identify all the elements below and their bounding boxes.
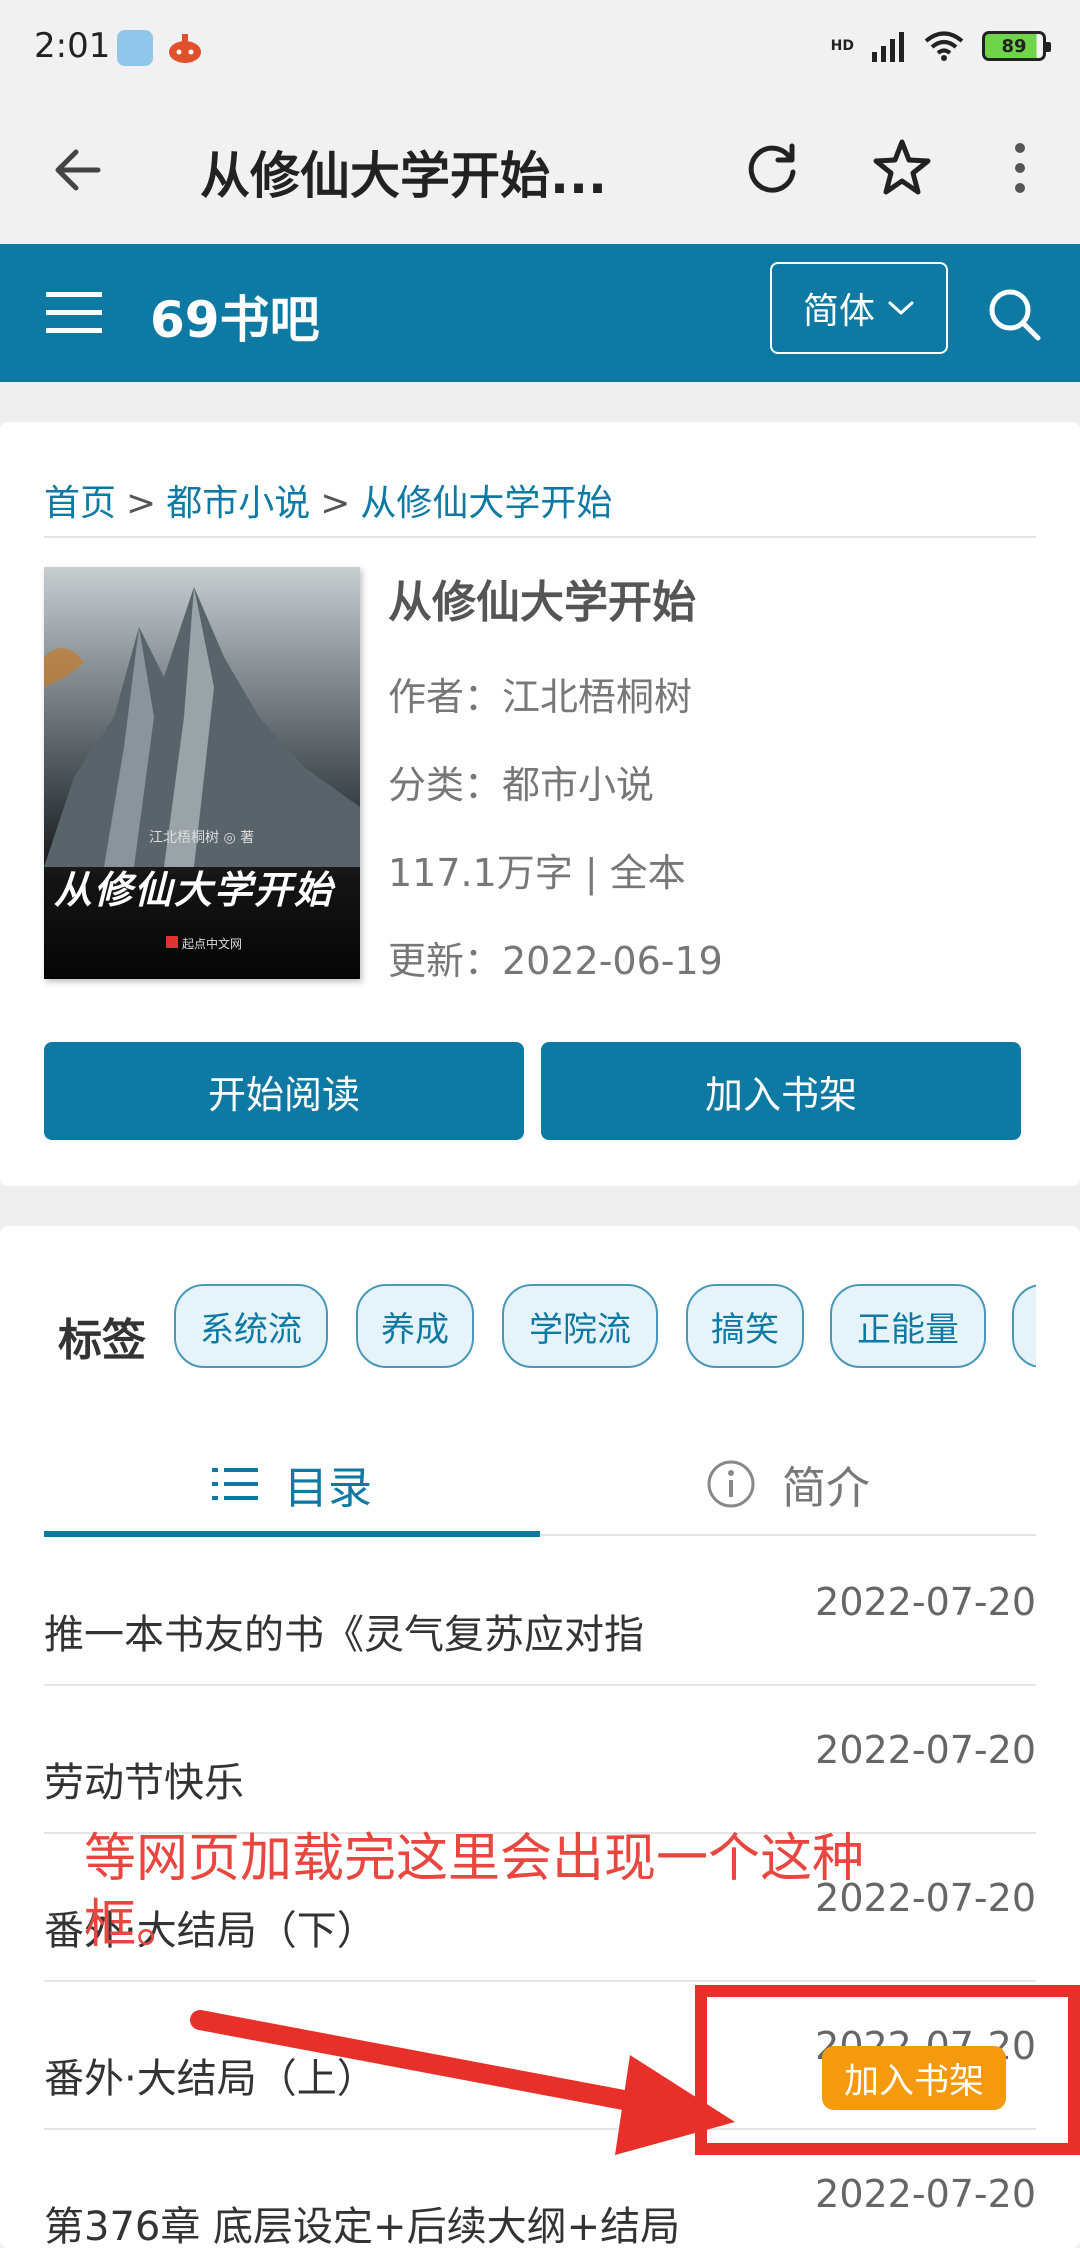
tag-chip[interactable]: 养成	[356, 1284, 474, 1368]
breadcrumb-book[interactable]: 从修仙大学开始	[360, 483, 612, 524]
back-arrow-icon[interactable]	[48, 140, 108, 200]
tags-row[interactable]: 系统流 养成 学院流 搞笑 正能量	[174, 1284, 1036, 1370]
tags-label: 标签	[58, 1315, 146, 1366]
site-logo[interactable]: 69书吧	[150, 280, 320, 352]
breadcrumb: 首页 > 都市小说 > 从修仙大学开始	[44, 474, 612, 526]
cover-author: 江北梧桐树 ◎ 著	[149, 830, 255, 846]
tag-chip-partial[interactable]	[1012, 1284, 1036, 1368]
battery-icon: 89	[982, 31, 1051, 61]
chapter-title: 番外·大结局（上）	[44, 2056, 377, 2102]
language-select-value: 简体	[802, 291, 875, 332]
app-notification-icon	[117, 30, 153, 66]
search-icon[interactable]	[984, 284, 1044, 344]
book-stats: 117.1万字 | 全本	[388, 851, 686, 895]
breadcrumb-separator: >	[320, 483, 351, 524]
chapter-title: 第376章 底层设定+后续大纲+结局	[44, 2204, 681, 2248]
breadcrumb-category[interactable]: 都市小说	[166, 483, 310, 524]
book-category: 分类：都市小说	[388, 763, 655, 807]
more-menu-icon[interactable]	[1000, 136, 1040, 200]
tab-intro-label: 简介	[782, 1463, 870, 1514]
tab-intro[interactable]: 简介	[540, 1446, 1036, 1522]
site-header: 69书吧 简体	[0, 244, 1080, 382]
annotation-text: 等网页加载完这里会出现一个这种框。	[84, 1829, 865, 1955]
book-info-card: 首页 > 都市小说 > 从修仙大学开始 江北梧桐树 ◎ 著 从修仙大学开始 起点中文网 …	[0, 422, 1080, 1186]
app-notification-icon-2	[169, 34, 201, 63]
tag-chip[interactable]: 正能量	[830, 1284, 986, 1368]
book-title: 从修仙大学开始	[388, 577, 696, 628]
chapter-date: 2022-07-20	[815, 1728, 1036, 1772]
chapter-row[interactable]: 推一本书友的书《灵气复苏应对指 2022-07-20	[44, 1538, 1036, 1686]
list-icon	[212, 1468, 258, 1500]
floating-add-to-shelf-button[interactable]: 加入书架	[822, 2046, 1006, 2110]
start-reading-button[interactable]: 开始阅读	[44, 1042, 524, 1140]
book-updated: 更新：2022-06-19	[388, 939, 723, 983]
book-cover: 江北梧桐树 ◎ 著 从修仙大学开始 起点中文网	[44, 567, 360, 979]
cover-publisher: 起点中文网	[166, 935, 242, 952]
signal-icon	[872, 32, 904, 62]
status-bar: 2:01 HD 89	[0, 0, 1080, 96]
hd-label: HD	[830, 38, 854, 54]
tag-chip[interactable]: 学院流	[502, 1284, 658, 1368]
bookmark-star-icon[interactable]	[870, 136, 934, 200]
divider	[44, 536, 1036, 538]
language-select[interactable]: 简体	[770, 262, 948, 354]
cover-title: 从修仙大学开始	[54, 868, 335, 912]
breadcrumb-separator: >	[126, 483, 157, 524]
chapter-date: 2022-07-20	[815, 1580, 1036, 1624]
status-time: 2:01	[34, 26, 111, 66]
tab-toc-label: 目录	[284, 1463, 372, 1514]
book-author: 作者：江北梧桐树	[388, 675, 693, 719]
browser-toolbar: 从修仙大学开始...	[0, 96, 1080, 244]
chapter-row[interactable]: 劳动节快乐 2022-07-20	[44, 1686, 1036, 1834]
browser-page-title: 从修仙大学开始...	[200, 147, 607, 205]
status-icons: HD 89	[830, 26, 1051, 66]
chapter-date: 2022-07-20	[815, 2172, 1036, 2216]
hamburger-menu-icon[interactable]	[46, 288, 102, 338]
chapter-title: 劳动节快乐	[44, 1760, 244, 1806]
tab-active-indicator	[44, 1531, 540, 1537]
chapter-title: 推一本书友的书《灵气复苏应对指	[44, 1612, 644, 1658]
tag-chip[interactable]: 搞笑	[686, 1284, 804, 1368]
breadcrumb-home[interactable]: 首页	[44, 483, 116, 524]
tab-toc[interactable]: 目录	[44, 1446, 540, 1522]
add-to-shelf-button[interactable]: 加入书架	[541, 1042, 1021, 1140]
info-icon	[707, 1460, 755, 1508]
tag-chip[interactable]: 系统流	[174, 1284, 328, 1368]
reload-icon[interactable]	[740, 136, 804, 200]
chevron-down-icon	[888, 301, 914, 315]
cover-mountain-art	[44, 587, 360, 867]
battery-level: 89	[1001, 35, 1027, 57]
wifi-icon	[924, 31, 964, 61]
